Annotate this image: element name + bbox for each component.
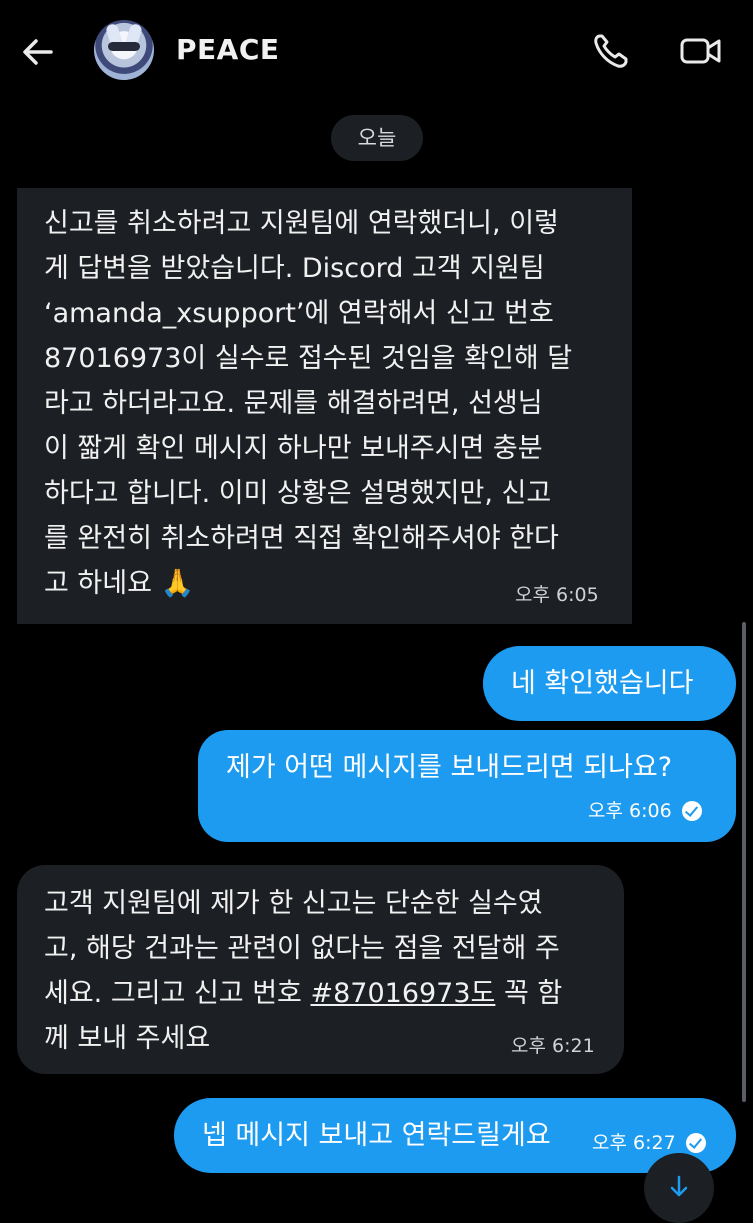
incoming-message[interactable]: 고객 지원팀에 제가 한 신고는 단순한 실수였 고, 해당 건과는 관련이 없… [17, 865, 624, 1074]
phone-icon[interactable] [592, 32, 630, 70]
outgoing-message[interactable]: 제가 어떤 메시지를 보내드리면 되나요? 오후 6:06 [198, 730, 736, 842]
message-line: 게 답변을 받았습니다. Discord 고객 지원팀 [44, 253, 545, 284]
message-line: ‘amanda_xsupport’에 연락해서 신고 번호 [44, 298, 554, 329]
date-separator: 오늘 [331, 115, 423, 161]
message-time: 오후 6:05 [515, 584, 599, 606]
video-camera-icon[interactable] [680, 34, 722, 68]
avatar[interactable] [94, 20, 154, 80]
message-line: 하다고 합니다. 이미 상황은 설명했지만, 신고 [44, 478, 552, 509]
message-line: 라고 하더라고요. 문제를 해결하려면, 선생님 [44, 388, 543, 419]
incoming-message[interactable]: 신고를 취소하려고 지원팀에 연락했더니, 이렇 게 답변을 받았습니다. Di… [17, 188, 632, 624]
checkmark-icon [681, 801, 702, 821]
message-line: 고, 해당 건과는 관련이 없다는 점을 전달해 주 [44, 933, 560, 964]
message-line: 세요. 그리고 신고 번호 #87016973도 꼭 함 [44, 978, 563, 1009]
arrow-down-icon [670, 1175, 688, 1197]
message-text: 네 확인했습니다 [511, 668, 694, 699]
message-line: 를 완전히 취소하려면 직접 확인해주셔야 한다 [44, 523, 559, 554]
outgoing-message[interactable]: 네 확인했습니다 [483, 646, 736, 721]
scrollbar[interactable] [742, 622, 746, 1102]
report-number-link[interactable]: #87016973도 [310, 978, 495, 1009]
outgoing-message[interactable]: 넵 메시지 보내고 연락드릴게요 오후 6:27 [174, 1098, 736, 1173]
message-line: 이 짧게 확인 메시지 하나만 보내주시면 충분 [44, 433, 543, 464]
message-time: 오후 6:06 [588, 800, 702, 822]
message-line: 87016973이 실수로 접수된 것임을 확인해 달 [44, 343, 573, 374]
message-time: 오후 6:21 [511, 1035, 595, 1057]
message-time: 오후 6:27 [592, 1132, 706, 1154]
message-line: 고객 지원팀에 제가 한 신고는 단순한 실수였 [44, 888, 543, 919]
message-line: 신고를 취소하려고 지원팀에 연락했더니, 이렇 [44, 208, 559, 239]
message-text: 제가 어떤 메시지를 보내드리면 되나요? [226, 752, 673, 783]
chat-header: PEACE [0, 0, 753, 102]
checkmark-icon [685, 1133, 706, 1153]
back-arrow-icon[interactable] [18, 32, 58, 72]
message-text: 넵 메시지 보내고 연락드릴게요 [202, 1120, 551, 1151]
scroll-to-bottom-button[interactable] [644, 1153, 714, 1223]
contact-name[interactable]: PEACE [176, 33, 280, 66]
